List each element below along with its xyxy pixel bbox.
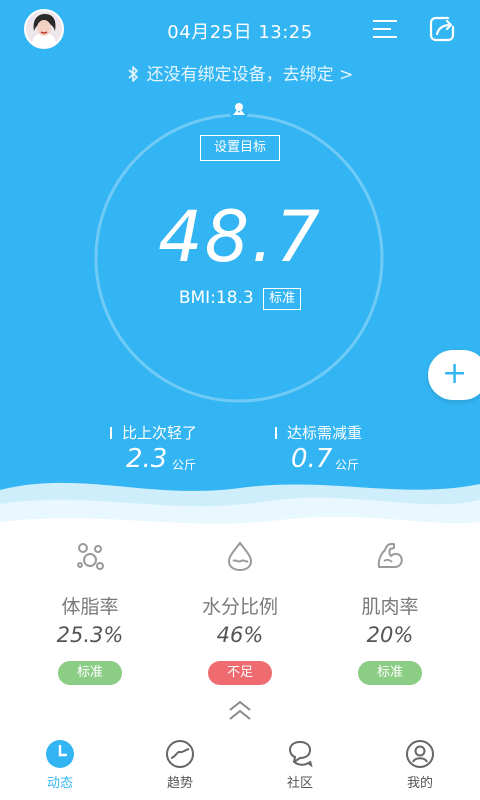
plus-icon: +	[442, 356, 468, 391]
stat-lighter-than-last: 比上次轻了 2.3 公斤	[110, 422, 197, 474]
water-drop-icon	[227, 541, 253, 572]
stat-value: 2.3	[126, 444, 168, 474]
metric-muscle[interactable]: 肌肉率 20% 标准	[310, 540, 470, 685]
metric-status-badge: 标准	[58, 661, 122, 685]
metric-status-badge: 标准	[358, 661, 422, 685]
trend-icon	[166, 740, 194, 768]
share-icon[interactable]	[428, 15, 456, 43]
bmi-status-badge: 标准	[263, 288, 302, 310]
bmi-row: BMI:18.3 标准	[0, 288, 480, 310]
metric-value: 46%	[216, 623, 264, 647]
tab-mine[interactable]: 我的	[360, 739, 480, 791]
set-goal-button[interactable]: 设置目标	[200, 135, 280, 161]
stat-to-goal: 达标需减重 0.7 公斤	[275, 422, 362, 474]
expand-up-icon[interactable]	[226, 700, 254, 722]
tab-trend[interactable]: 趋势	[120, 739, 240, 791]
stat-value: 0.7	[291, 444, 333, 474]
goal-marker-icon	[229, 100, 249, 120]
bluetooth-icon	[128, 66, 138, 82]
tab-community[interactable]: 社区	[240, 739, 360, 791]
community-icon	[289, 741, 313, 768]
muscle-arm-icon	[377, 543, 403, 568]
date-time: 04月25日 13:25	[167, 22, 313, 43]
tab-label: 社区	[286, 776, 313, 791]
stat-unit: 公斤	[172, 458, 197, 472]
body-fat-icon	[77, 543, 104, 570]
add-record-button[interactable]: +	[428, 350, 480, 400]
tab-label: 我的	[406, 776, 433, 791]
tab-dynamics[interactable]: 动态	[0, 739, 120, 791]
weight-value: 48.7	[158, 196, 322, 278]
metric-name: 肌肉率	[361, 596, 419, 618]
bmi-value: BMI:18.3	[178, 288, 254, 308]
bind-device-link[interactable]: 还没有绑定设备，去绑定 >	[0, 60, 480, 85]
bottom-tab-bar: 动态 趋势 社区 我的	[0, 735, 480, 800]
metric-body-fat[interactable]: 体脂率 25.3% 标准	[10, 540, 170, 685]
menu-icon[interactable]	[372, 18, 398, 40]
metric-water[interactable]: 水分比例 46% 不足	[160, 540, 320, 685]
tab-label: 动态	[46, 776, 73, 791]
metric-value: 25.3%	[56, 623, 124, 647]
bind-prompt-text: 还没有绑定设备，去绑定 >	[146, 65, 354, 85]
stat-unit: 公斤	[335, 458, 360, 472]
stat-label: 达标需减重	[275, 422, 362, 443]
stat-label: 比上次轻了	[110, 422, 197, 443]
clock-icon	[46, 740, 74, 768]
metric-name: 体脂率	[61, 596, 119, 618]
metric-name: 水分比例	[201, 596, 278, 618]
wave-decoration	[0, 482, 480, 540]
metric-status-badge: 不足	[208, 661, 272, 685]
metric-value: 20%	[366, 623, 414, 647]
user-icon	[406, 740, 434, 768]
tab-label: 趋势	[166, 776, 193, 791]
